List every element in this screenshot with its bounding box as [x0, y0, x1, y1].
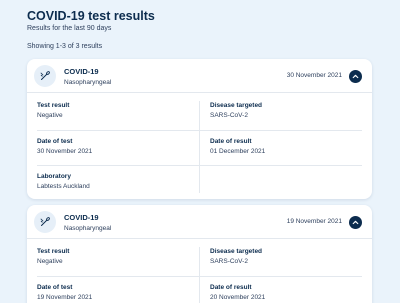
collapse-button[interactable]	[349, 70, 362, 83]
date-of-result-field: Date of result 20 November 2021	[200, 284, 372, 301]
test-result-value: Negative	[37, 258, 63, 265]
date-of-test-value: 30 November 2021	[37, 148, 93, 155]
field-label: Test result	[37, 248, 70, 255]
page-title: COVID-19 test results	[27, 9, 155, 23]
date-of-result-value: 20 November 2021	[210, 294, 266, 301]
date-of-test-field: Date of test 19 November 2021	[27, 284, 199, 301]
disease-targeted-value: SARS-CoV-2	[210, 112, 248, 119]
test-result-value: Negative	[37, 112, 63, 119]
page-subtitle: Results for the last 90 days	[27, 25, 112, 32]
disease-targeted-field: Disease targeted SARS-CoV-2	[200, 102, 372, 119]
result-card-header[interactable]: COVID-19 Nasopharyngeal 19 November 2021	[27, 205, 372, 239]
field-label: Laboratory	[37, 173, 71, 180]
field-label: Test result	[37, 102, 70, 109]
disease-targeted-field: Disease targeted SARS-CoV-2	[200, 248, 372, 265]
test-result-field: Test result Negative	[27, 248, 199, 265]
field-label: Date of result	[210, 284, 252, 291]
result-card-header[interactable]: COVID-19 Nasopharyngeal 30 November 2021	[27, 59, 372, 93]
date-of-test-value: 19 November 2021	[37, 294, 93, 301]
test-name: COVID-19	[64, 213, 99, 222]
results-count: Showing 1-3 of 3 results	[27, 43, 103, 50]
test-result-field: Test result Negative	[27, 102, 199, 119]
field-label: Date of test	[37, 284, 73, 291]
field-label: Date of result	[210, 138, 252, 145]
chevron-up-icon	[352, 74, 359, 79]
test-date: 19 November 2021	[286, 218, 342, 225]
field-label: Disease targeted	[210, 102, 263, 109]
swab-icon	[34, 65, 56, 87]
chevron-up-icon	[352, 220, 359, 225]
field-label: Date of test	[37, 138, 73, 145]
result-card: COVID-19 Nasopharyngeal 19 November 2021…	[27, 205, 372, 303]
collapse-button[interactable]	[349, 216, 362, 229]
test-sample-type: Nasopharyngeal	[64, 225, 112, 232]
test-sample-type: Nasopharyngeal	[64, 79, 112, 86]
laboratory-value: Labtests Auckland	[37, 183, 90, 190]
result-card: COVID-19 Nasopharyngeal 30 November 2021…	[27, 59, 372, 199]
date-of-result-field: Date of result 01 December 2021	[200, 138, 372, 155]
date-of-result-value: 01 December 2021	[210, 148, 266, 155]
test-name: COVID-19	[64, 67, 99, 76]
swab-icon	[34, 211, 56, 233]
field-label: Disease targeted	[210, 248, 263, 255]
test-date: 30 November 2021	[286, 72, 342, 79]
disease-targeted-value: SARS-CoV-2	[210, 258, 248, 265]
date-of-test-field: Date of test 30 November 2021	[27, 138, 199, 155]
column-divider	[199, 101, 200, 193]
laboratory-field: Laboratory Labtests Auckland	[27, 173, 199, 190]
